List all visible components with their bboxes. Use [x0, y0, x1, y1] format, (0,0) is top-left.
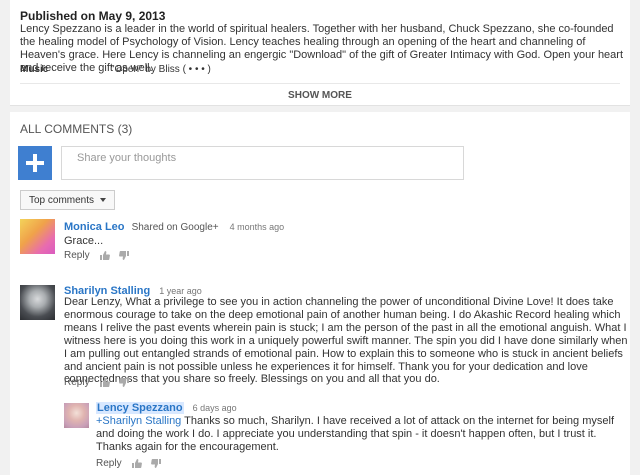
google-plus-avatar-icon: [18, 146, 52, 180]
divider: [20, 83, 620, 84]
thumbs-down-icon[interactable]: [119, 377, 130, 388]
comment-text: Grace...: [64, 235, 104, 247]
video-description: Published on May 9, 2013 Lency Spezzano …: [10, 0, 630, 106]
sort-comments-dropdown[interactable]: Top comments: [20, 190, 116, 210]
thumbs-down-icon[interactable]: [151, 458, 162, 469]
music-label: Music: [20, 64, 49, 75]
chevron-down-icon: [100, 198, 107, 203]
avatar[interactable]: [20, 219, 55, 254]
show-more-button[interactable]: SHOW MORE: [10, 90, 630, 101]
mention-link[interactable]: +Sharilyn Stalling: [96, 415, 181, 427]
music-value: "Open" by Bliss ( • • • ): [111, 64, 211, 75]
thumbs-down-icon[interactable]: [119, 250, 130, 261]
share-thoughts-placeholder: Share your thoughts: [77, 152, 177, 164]
thumbs-up-icon[interactable]: [132, 458, 143, 469]
comments-header: ALL COMMENTS (3): [20, 122, 133, 136]
reply-button[interactable]: Reply: [96, 458, 122, 469]
thumbs-up-icon[interactable]: [100, 250, 111, 261]
avatar[interactable]: [20, 285, 55, 320]
sort-label: Top comments: [29, 195, 95, 206]
comment-text: +Sharilyn Stalling Thanks so much, Shari…: [96, 415, 630, 454]
comment-actions: Reply: [64, 377, 130, 388]
published-date: Published on May 9, 2013: [20, 9, 166, 23]
thumbs-up-icon[interactable]: [100, 377, 111, 388]
comment-time[interactable]: 1 year ago: [159, 286, 202, 296]
comment-header: Lency Spezzano 6 days ago: [96, 402, 237, 414]
user-avatar: [18, 146, 52, 180]
comment-actions: Reply: [64, 250, 130, 261]
reply-button[interactable]: Reply: [64, 377, 90, 388]
comment-author[interactable]: Monica Leo: [64, 221, 125, 233]
comment-text: Dear Lenzy, What a privilege to see you …: [64, 296, 628, 386]
comment-time[interactable]: 4 months ago: [230, 222, 285, 232]
comment-author[interactable]: Lency Spezzano: [96, 402, 184, 414]
shared-on: Shared on Google+: [131, 222, 219, 233]
comment-actions: Reply: [96, 458, 162, 469]
comment-header: Monica Leo Shared on Google+ 4 months ag…: [64, 221, 284, 233]
comment-time[interactable]: 6 days ago: [193, 403, 237, 413]
avatar[interactable]: [64, 403, 89, 428]
reply-button[interactable]: Reply: [64, 250, 90, 261]
